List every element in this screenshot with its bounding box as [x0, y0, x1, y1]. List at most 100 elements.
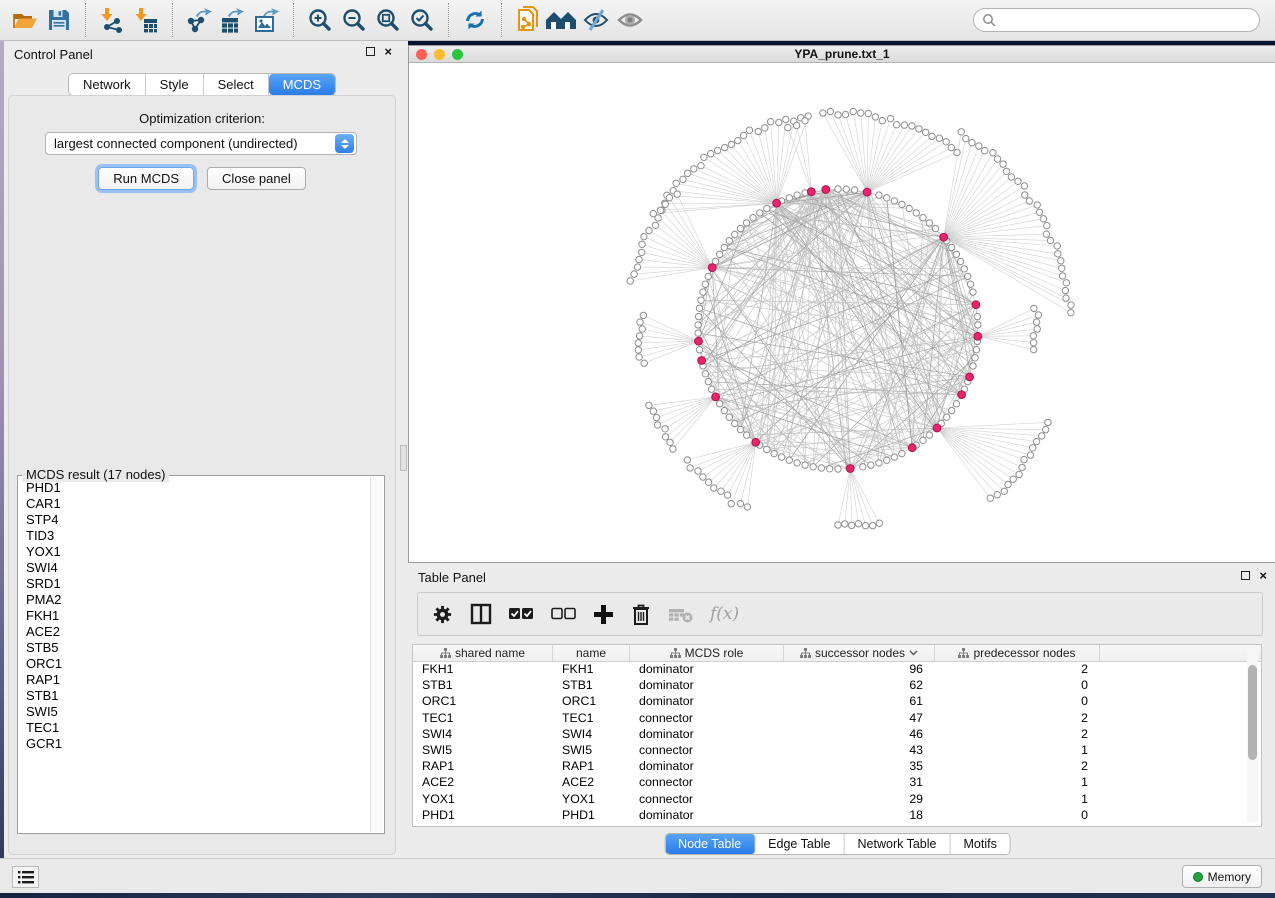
tab-edge-table[interactable]: Edge Table	[755, 834, 844, 854]
network-home-icon[interactable]	[545, 4, 579, 36]
network-node[interactable]	[684, 457, 690, 463]
network-node[interactable]	[662, 426, 668, 432]
mcds-result-item[interactable]: STB1	[22, 688, 368, 704]
network-node[interactable]	[876, 520, 882, 526]
network-node[interactable]	[963, 135, 969, 141]
network-node[interactable]	[793, 122, 799, 128]
network-node[interactable]	[876, 192, 882, 198]
network-node[interactable]	[631, 271, 637, 277]
network-node[interactable]	[827, 108, 833, 114]
network-node[interactable]	[655, 215, 661, 221]
table-row[interactable]: YOX1YOX1connector291	[413, 792, 1261, 808]
network-node[interactable]	[920, 437, 926, 443]
network-node[interactable]	[899, 450, 905, 456]
mcds-node[interactable]	[940, 233, 948, 241]
network-node[interactable]	[860, 464, 866, 470]
network-node[interactable]	[695, 313, 701, 319]
mcds-node[interactable]	[966, 373, 974, 381]
network-node[interactable]	[1015, 178, 1021, 184]
network-node[interactable]	[975, 322, 981, 328]
network-node[interactable]	[646, 402, 652, 408]
network-node[interactable]	[650, 408, 656, 414]
export-image-icon[interactable]	[250, 4, 284, 36]
network-node[interactable]	[936, 135, 942, 141]
network-node[interactable]	[771, 450, 777, 456]
table-scrollbar-thumb[interactable]	[1248, 665, 1257, 760]
mcds-result-item[interactable]: FKH1	[22, 608, 368, 624]
mcds-node[interactable]	[908, 444, 916, 452]
network-node[interactable]	[990, 150, 996, 156]
mcds-result-item[interactable]: TEC1	[22, 720, 368, 736]
mcds-node[interactable]	[822, 186, 830, 194]
tab-motifs[interactable]: Motifs	[950, 834, 1009, 854]
network-node[interactable]	[1016, 471, 1022, 477]
table-row[interactable]: SWI4SWI4dominator462	[413, 727, 1261, 743]
mcds-node[interactable]	[698, 357, 706, 365]
zoom-out-icon[interactable]	[337, 4, 371, 36]
network-node[interactable]	[708, 386, 714, 392]
network-node[interactable]	[732, 420, 738, 426]
toolbar-search[interactable]	[973, 8, 1260, 32]
network-node[interactable]	[943, 139, 949, 145]
network-node[interactable]	[884, 457, 890, 463]
network-node[interactable]	[802, 462, 808, 468]
network-node[interactable]	[954, 149, 960, 155]
network-node[interactable]	[1001, 488, 1007, 494]
mcds-node[interactable]	[773, 199, 781, 207]
network-node[interactable]	[646, 227, 652, 233]
network-node[interactable]	[718, 488, 724, 494]
network-node[interactable]	[969, 140, 975, 146]
network-node[interactable]	[872, 114, 878, 120]
mcds-node[interactable]	[933, 424, 941, 432]
table-row[interactable]: RAP1RAP1dominator352	[413, 759, 1261, 775]
column-header-shared-name[interactable]: shared name	[413, 645, 553, 661]
network-node[interactable]	[705, 479, 711, 485]
network-node[interactable]	[711, 485, 717, 491]
network-node[interactable]	[641, 233, 647, 239]
network-node[interactable]	[708, 151, 714, 157]
network-node[interactable]	[1027, 452, 1033, 458]
network-node[interactable]	[835, 186, 841, 192]
status-menu-button[interactable]	[12, 866, 39, 888]
network-node[interactable]	[842, 111, 848, 117]
result-list-scrollbar[interactable]	[370, 477, 383, 832]
network-node[interactable]	[716, 401, 722, 407]
show-columns-icon[interactable]	[470, 603, 492, 625]
network-node[interactable]	[949, 244, 955, 250]
network-node[interactable]	[868, 462, 874, 468]
refresh-icon[interactable]	[458, 4, 492, 36]
network-node[interactable]	[641, 360, 647, 366]
network-node[interactable]	[783, 116, 789, 122]
network-node[interactable]	[916, 126, 922, 132]
split-handle[interactable]	[400, 445, 407, 471]
network-node[interactable]	[1055, 251, 1061, 257]
network-node[interactable]	[913, 210, 919, 216]
network-node[interactable]	[1045, 419, 1051, 425]
column-header-MCDS-role[interactable]: MCDS role	[630, 645, 784, 661]
run-mcds-button[interactable]: Run MCDS	[98, 167, 194, 190]
network-node[interactable]	[820, 110, 826, 116]
mcds-result-item[interactable]: SWI4	[22, 560, 368, 576]
tab-select[interactable]: Select	[204, 74, 269, 95]
network-node[interactable]	[674, 191, 680, 197]
network-node[interactable]	[691, 166, 697, 172]
tab-network[interactable]: Network	[69, 74, 146, 95]
network-node[interactable]	[698, 163, 704, 169]
network-node[interactable]	[726, 414, 732, 420]
network-node[interactable]	[657, 207, 663, 213]
network-node[interactable]	[702, 281, 708, 287]
network-node[interactable]	[1008, 174, 1014, 180]
mcds-node[interactable]	[974, 332, 982, 340]
network-node[interactable]	[740, 132, 746, 138]
close-table-panel-icon[interactable]: ×	[1259, 571, 1267, 580]
network-node[interactable]	[728, 141, 734, 147]
mcds-result-item[interactable]: ACE2	[22, 624, 368, 640]
mcds-result-item[interactable]: STP4	[22, 512, 368, 528]
export-table-icon[interactable]	[216, 4, 250, 36]
network-node[interactable]	[1062, 287, 1068, 293]
import-table-icon[interactable]	[129, 4, 163, 36]
network-node[interactable]	[948, 144, 954, 150]
network-node[interactable]	[949, 407, 955, 413]
network-node[interactable]	[735, 137, 741, 143]
network-node[interactable]	[767, 119, 773, 125]
